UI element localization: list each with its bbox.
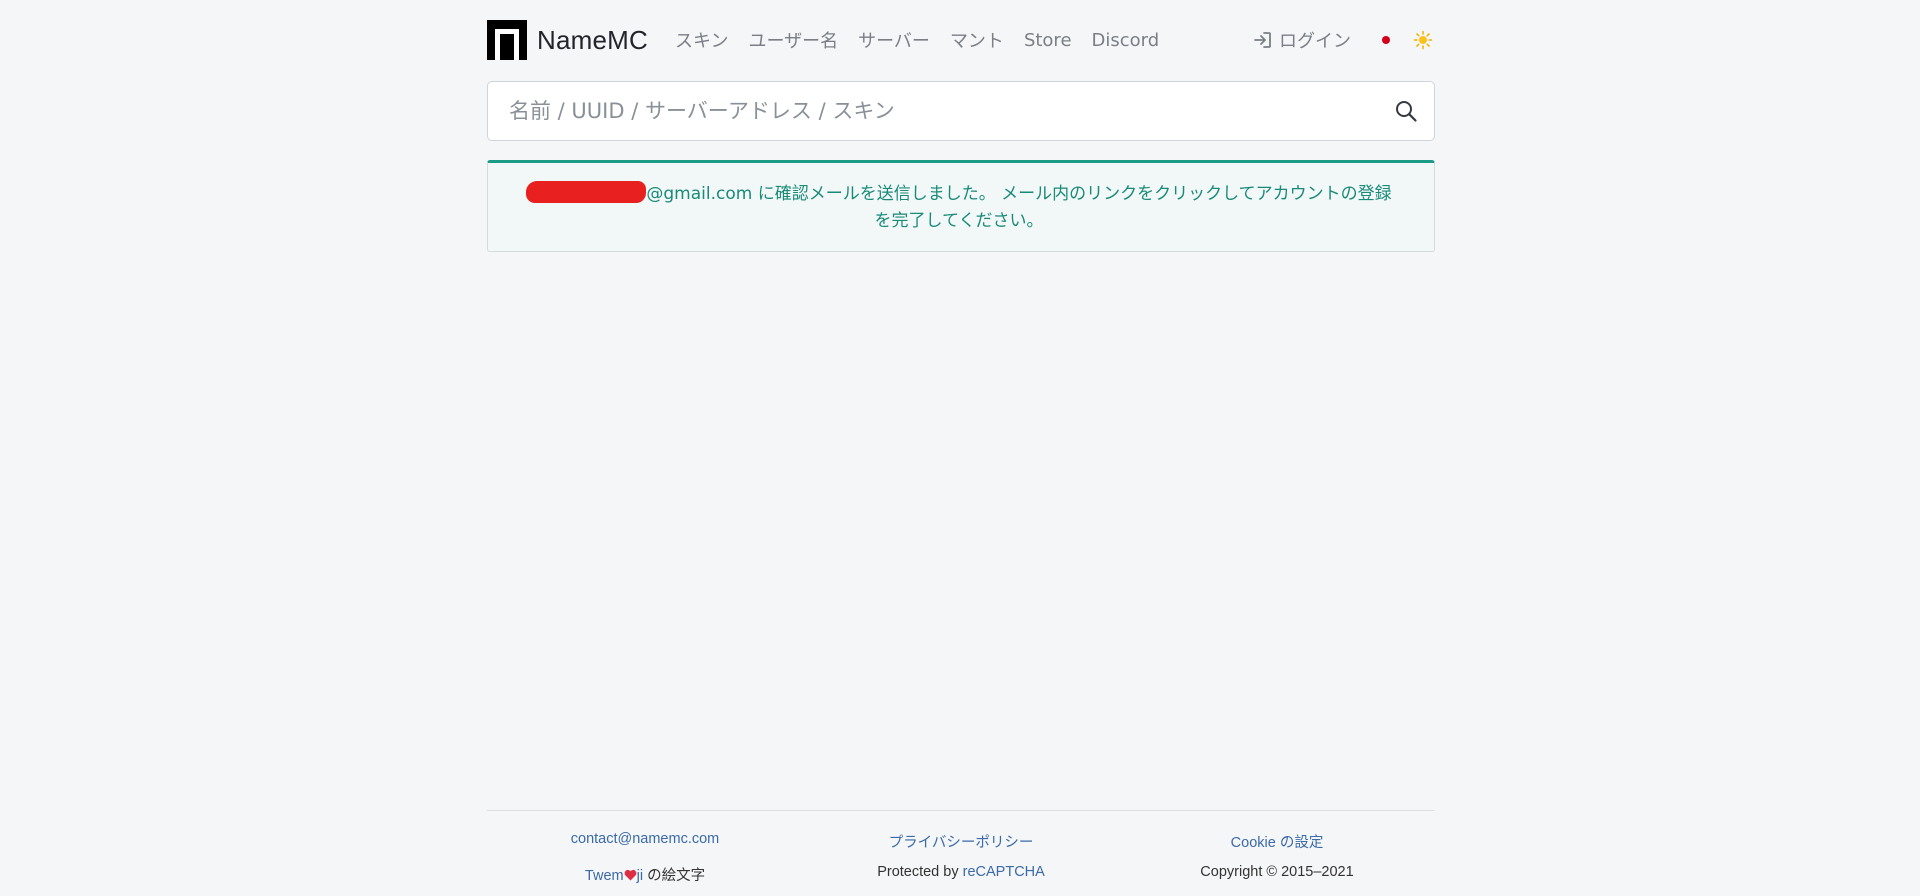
copyright-text: Copyright © 2015–2021 — [1200, 864, 1354, 880]
navbar: NameMC スキン ユーザー名 サーバー マント Store Discord … — [487, 20, 1435, 60]
heart-icon — [624, 869, 637, 881]
redacted-email-mark — [526, 181, 647, 203]
sign-in-icon — [1254, 32, 1271, 48]
nav-item-store[interactable]: Store — [1024, 30, 1072, 51]
emoji-label: の絵文字 — [643, 868, 706, 884]
nav-item-capes[interactable]: マント — [950, 27, 1004, 53]
alert-email-suffix: @gmail.com — [646, 184, 753, 204]
recaptcha-credit: Protected by reCAPTCHA — [803, 864, 1119, 880]
namemc-logo-icon — [487, 20, 527, 60]
nav-links: スキン ユーザー名 サーバー マント Store Discord — [675, 20, 1179, 60]
nav-item-servers[interactable]: サーバー — [858, 27, 930, 53]
cookie-settings-link[interactable]: Cookie の設定 — [1231, 835, 1324, 851]
twemoji-credit: Twem ji の絵文字 — [487, 864, 803, 885]
footer: contact@namemc.com プライバシーポリシー Cookie の設定… — [487, 810, 1435, 896]
search-icon — [1396, 101, 1417, 122]
brand-name: NameMC — [537, 24, 648, 55]
search-input[interactable] — [488, 82, 1368, 140]
login-link[interactable]: ログイン — [1253, 27, 1351, 53]
search-box — [487, 81, 1435, 141]
recaptcha-link[interactable]: reCAPTCHA — [963, 864, 1045, 880]
twemoji-link[interactable]: Twem ji — [585, 868, 643, 884]
nav-item-skins[interactable]: スキン — [675, 27, 728, 53]
nav-item-discord[interactable]: Discord — [1092, 30, 1160, 51]
alert-message-line1: に確認メールを送信しました。 メール内のリンクをクリックしてアカウントの登録 — [752, 184, 1392, 204]
contact-email-link[interactable]: contact@namemc.com — [571, 831, 720, 847]
search-button[interactable] — [1392, 97, 1420, 125]
login-label: ログイン — [1279, 31, 1351, 52]
confirmation-alert: @gmail.com に確認メールを送信しました。 メール内のリンクをクリックし… — [487, 160, 1435, 252]
nav-right: ログイン — [1253, 20, 1435, 60]
japan-flag-icon[interactable] — [1377, 31, 1395, 49]
twemoji-pre: Twem — [584, 868, 624, 884]
brand-link[interactable]: NameMC — [487, 20, 648, 60]
alert-message-line2: を完了してください。 — [874, 211, 1044, 231]
nav-item-usernames[interactable]: ユーザー名 — [748, 27, 838, 53]
privacy-policy-link[interactable]: プライバシーポリシー — [889, 835, 1034, 851]
sun-icon[interactable] — [1413, 30, 1433, 50]
protected-by-text: Protected by — [877, 864, 963, 880]
